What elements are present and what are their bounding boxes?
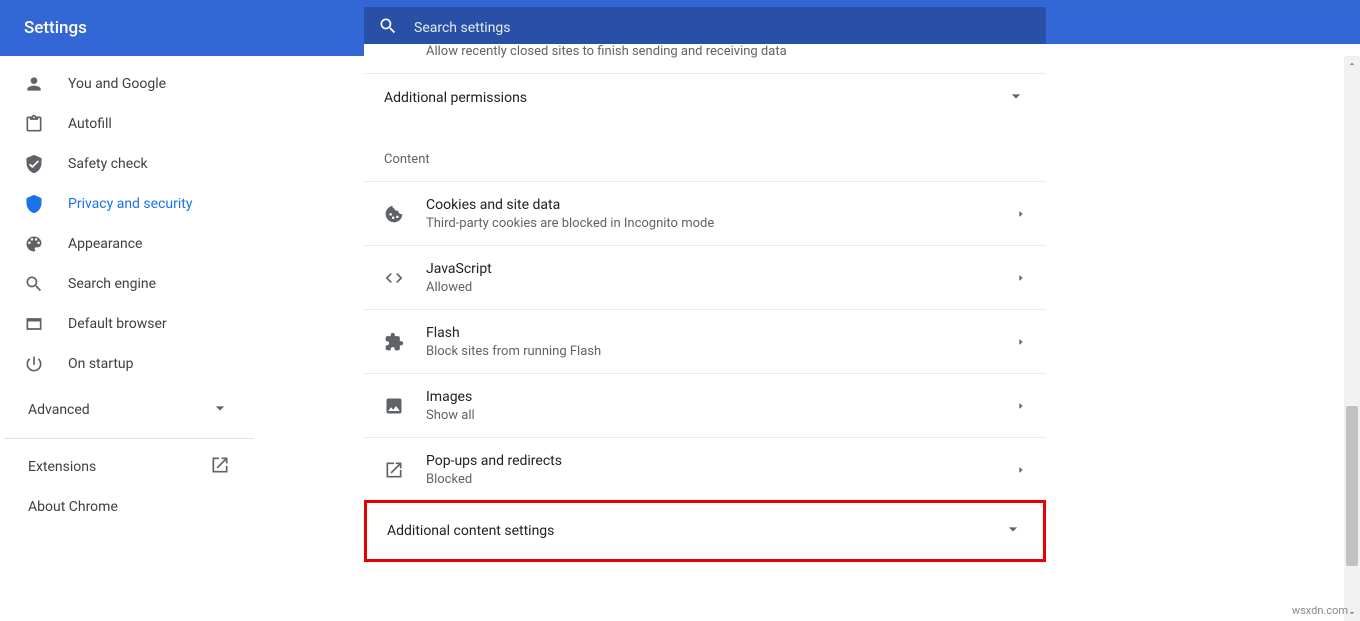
search-box[interactable]: [364, 7, 1046, 49]
shield-icon: [24, 194, 44, 214]
sidebar-item-on-startup[interactable]: On startup: [4, 344, 254, 384]
main-card: Allow recently closed sites to finish se…: [364, 44, 1046, 621]
row-title: Images: [426, 387, 475, 407]
content-row-flash[interactable]: Flash Block sites from running Flash: [364, 309, 1046, 373]
row-title: Pop-ups and redirects: [426, 451, 562, 471]
open-external-icon: [210, 455, 230, 479]
shield-check-icon: [24, 154, 44, 174]
search-input[interactable]: [414, 20, 1032, 36]
sidebar-item-appearance[interactable]: Appearance: [4, 224, 254, 264]
sidebar-item-label: Safety check: [68, 156, 148, 172]
sidebar-item-you-and-google[interactable]: You and Google: [4, 64, 254, 104]
sidebar-item-label: Search engine: [68, 276, 156, 292]
sidebar-extensions[interactable]: Extensions: [4, 447, 254, 487]
sidebar-about-chrome[interactable]: About Chrome: [4, 487, 254, 527]
advanced-label: Advanced: [28, 402, 90, 418]
search-icon: [24, 274, 44, 294]
palette-icon: [24, 234, 44, 254]
chevron-down-icon: [1003, 519, 1023, 543]
content-row-cookies[interactable]: Cookies and site data Third-party cookie…: [364, 181, 1046, 245]
row-subtitle: Show all: [426, 407, 475, 425]
partial-row: Allow recently closed sites to finish se…: [364, 44, 1046, 74]
image-icon: [384, 396, 404, 416]
sidebar-item-label: You and Google: [68, 76, 166, 92]
sidebar-item-label: On startup: [68, 356, 134, 372]
content-section-label: Content: [364, 122, 1046, 181]
row-title: JavaScript: [426, 259, 492, 279]
sidebar-item-safety-check[interactable]: Safety check: [4, 144, 254, 184]
chevron-right-icon: [1016, 396, 1026, 415]
person-icon: [24, 74, 44, 94]
content-row-popups[interactable]: Pop-ups and redirects Blocked: [364, 437, 1046, 501]
chevron-down-icon: [210, 398, 230, 422]
right-gap: [1046, 44, 1360, 621]
partial-desc: Allow recently closed sites to finish se…: [426, 44, 787, 59]
extensions-label: Extensions: [28, 459, 96, 475]
scroll-up-icon[interactable]: [1344, 56, 1360, 72]
row-subtitle: Blocked: [426, 471, 562, 489]
popup-icon: [384, 460, 404, 480]
additional-content-label: Additional content settings: [387, 523, 554, 539]
additional-content-settings-row[interactable]: Additional content settings: [364, 500, 1046, 562]
power-icon: [24, 354, 44, 374]
sidebar: You and Google Autofill Safety check Pri…: [4, 56, 254, 527]
content-row-images[interactable]: Images Show all: [364, 373, 1046, 437]
divider: [4, 438, 254, 439]
sidebar-item-default-browser[interactable]: Default browser: [4, 304, 254, 344]
search-icon: [378, 16, 398, 40]
about-label: About Chrome: [28, 499, 118, 515]
sidebar-item-autofill[interactable]: Autofill: [4, 104, 254, 144]
chevron-right-icon: [1016, 460, 1026, 479]
row-title: Cookies and site data: [426, 195, 714, 215]
sidebar-item-label: Default browser: [68, 316, 167, 332]
sidebar-item-search-engine[interactable]: Search engine: [4, 264, 254, 304]
sidebar-item-label: Autofill: [68, 116, 112, 132]
sidebar-item-label: Appearance: [68, 236, 142, 252]
content-row-javascript[interactable]: JavaScript Allowed: [364, 245, 1046, 309]
row-subtitle: Allowed: [426, 279, 492, 297]
code-icon: [384, 268, 404, 288]
additional-permissions-label: Additional permissions: [384, 90, 527, 106]
chevron-down-icon: [1006, 86, 1026, 110]
watermark: wsxdn.com: [1292, 604, 1348, 617]
chevron-right-icon: [1016, 204, 1026, 223]
sidebar-item-label: Privacy and security: [68, 196, 192, 212]
row-subtitle: Third-party cookies are blocked in Incog…: [426, 215, 714, 233]
browser-icon: [24, 314, 44, 334]
sidebar-advanced[interactable]: Advanced: [4, 390, 254, 430]
row-title: Flash: [426, 323, 601, 343]
scroll-thumb[interactable]: [1346, 406, 1358, 566]
page-title: Settings: [24, 18, 87, 38]
row-subtitle: Block sites from running Flash: [426, 343, 601, 361]
extension-icon: [384, 332, 404, 352]
chevron-right-icon: [1016, 332, 1026, 351]
chevron-right-icon: [1016, 268, 1026, 287]
clipboard-icon: [24, 114, 44, 134]
additional-permissions-row[interactable]: Additional permissions: [364, 74, 1046, 122]
sidebar-item-privacy-security[interactable]: Privacy and security: [4, 184, 254, 224]
scrollbar[interactable]: [1344, 56, 1360, 621]
cookie-icon: [384, 204, 404, 224]
